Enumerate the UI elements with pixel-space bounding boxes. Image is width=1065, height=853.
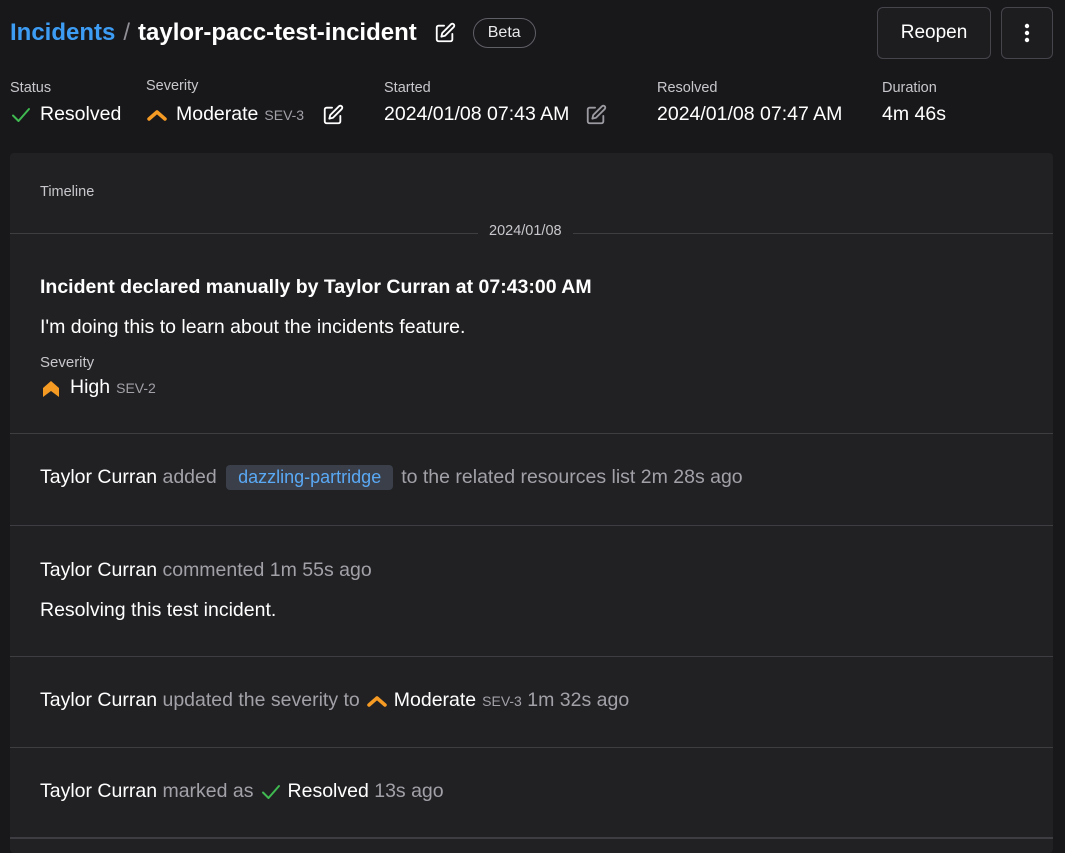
timeline-date: 2024/01/08 xyxy=(478,223,573,239)
edit-severity-button[interactable] xyxy=(322,104,344,126)
severity-update-entry: Taylor Curran updated the severity to Mo… xyxy=(40,689,1033,712)
more-vertical-icon xyxy=(1024,23,1030,43)
severity-field: Severity Moderate SEV-3 xyxy=(146,78,344,126)
severity-value-row: Moderate SEV-3 xyxy=(146,103,344,126)
reopen-button[interactable]: Reopen xyxy=(877,7,991,59)
beta-badge: Beta xyxy=(472,18,536,48)
edit-icon xyxy=(435,22,455,43)
status-label: Status xyxy=(10,80,52,96)
duration-label: Duration xyxy=(882,80,937,96)
started-field: Started 2024/01/08 07:43 AM xyxy=(384,80,607,126)
more-options-button[interactable] xyxy=(1001,7,1053,59)
related-time: 2m 28s ago xyxy=(640,466,743,488)
related-actor: Taylor Curran xyxy=(40,466,158,488)
page-header: Incidents / taylor-pacc-test-incident Be… xyxy=(10,7,1053,59)
resource-chip[interactable]: dazzling-partridge xyxy=(226,465,394,490)
comment-actor: Taylor Curran xyxy=(40,559,158,581)
timeline-title: Timeline xyxy=(40,184,95,200)
incident-meta: Status Resolved Severity Moderate SEV-3 … xyxy=(10,78,1053,130)
entry-divider xyxy=(10,656,1053,657)
entry-divider xyxy=(10,433,1053,434)
edit-icon xyxy=(587,104,607,124)
entry-divider xyxy=(10,525,1053,526)
severity-update-actor: Taylor Curran xyxy=(40,689,158,711)
status-value: Resolved xyxy=(40,103,122,125)
status-field: Status Resolved xyxy=(10,80,121,126)
severity-update-value: Moderate xyxy=(393,689,477,711)
severity-label: Severity xyxy=(146,78,199,94)
severity-update-code: SEV-3 xyxy=(482,692,522,709)
declared-message: I'm doing this to learn about the incide… xyxy=(40,316,466,338)
started-label: Started xyxy=(384,80,431,96)
declared-severity-value: High xyxy=(70,376,111,398)
related-resource-entry: Taylor Curran added dazzling-partridge t… xyxy=(40,465,1033,490)
related-rest: to the related resources list xyxy=(401,466,636,488)
duration-value: 4m 46s xyxy=(882,103,946,125)
entry-divider xyxy=(10,837,1053,839)
declared-severity-row: High SEV-2 xyxy=(40,376,1033,399)
check-icon xyxy=(12,107,30,122)
declared-heading: Incident declared manually by Taylor Cur… xyxy=(40,276,592,298)
check-icon xyxy=(261,784,280,799)
resolved-actor: Taylor Curran xyxy=(40,780,158,802)
status-value-row: Resolved xyxy=(10,103,121,126)
breadcrumb-incidents-link[interactable]: Incidents xyxy=(10,19,115,47)
resolved-value: 2024/01/08 07:47 AM xyxy=(657,103,843,125)
comment-time: 1m 55s ago xyxy=(269,559,372,581)
page-title: taylor-pacc-test-incident xyxy=(138,19,417,46)
double-chevron-up-icon xyxy=(43,380,59,397)
duration-field: Duration 4m 46s xyxy=(882,80,946,126)
declared-severity-code: SEV-2 xyxy=(116,379,156,396)
comment-entry: Taylor Curran commented 1m 55s ago xyxy=(40,559,1033,582)
resolved-time: 13s ago xyxy=(374,780,444,802)
started-value-row: 2024/01/08 07:43 AM xyxy=(384,103,607,126)
resolved-verb: marked as xyxy=(162,780,254,802)
comment-text: Resolving this test incident. xyxy=(40,599,277,621)
resolved-field: Resolved 2024/01/08 07:47 AM xyxy=(657,80,842,126)
header-actions: Reopen xyxy=(877,7,1053,59)
timeline-panel: Timeline 2024/01/08 Incident declared ma… xyxy=(10,153,1053,853)
declared-severity-label: Severity xyxy=(40,354,95,371)
chevron-up-icon xyxy=(147,109,167,121)
resolved-label: Resolved xyxy=(657,80,718,96)
resolved-value: Resolved xyxy=(287,780,369,802)
started-value: 2024/01/08 07:43 AM xyxy=(384,103,570,125)
edit-title-button[interactable] xyxy=(433,21,457,45)
related-verb: added xyxy=(162,466,217,488)
edit-icon xyxy=(323,104,344,124)
severity-update-time: 1m 32s ago xyxy=(527,689,630,711)
severity-value: Moderate xyxy=(176,103,259,125)
resolved-entry: Taylor Curran marked as Resolved 13s ago xyxy=(40,780,1033,803)
severity-update-verb: updated the severity to xyxy=(162,689,360,711)
breadcrumb-separator: / xyxy=(123,19,131,46)
severity-code: SEV-3 xyxy=(264,106,305,123)
edit-started-button[interactable] xyxy=(585,104,607,126)
comment-verb: commented xyxy=(162,559,265,581)
entry-divider xyxy=(10,747,1053,748)
chevron-up-icon xyxy=(367,695,387,707)
